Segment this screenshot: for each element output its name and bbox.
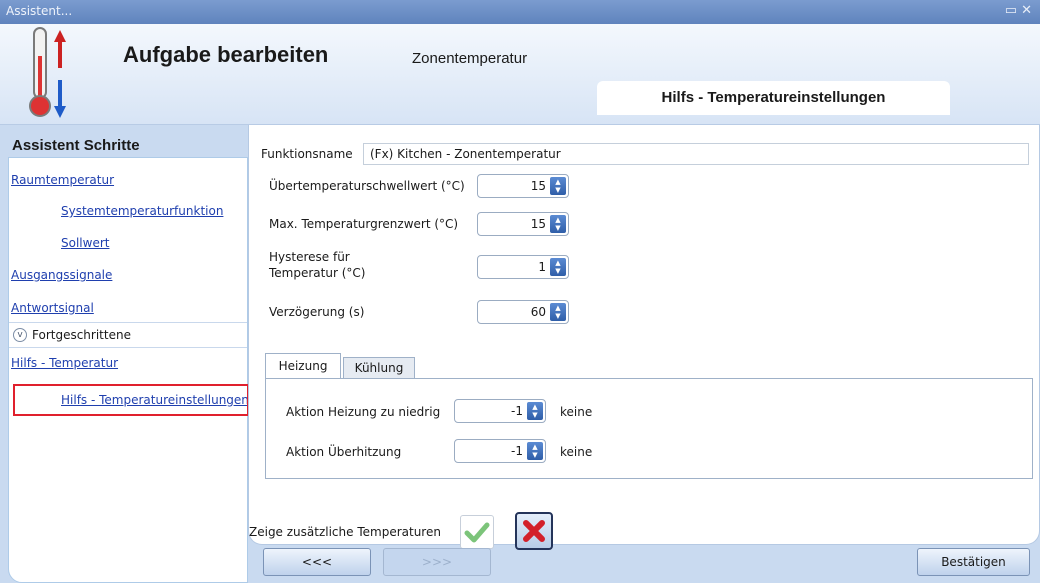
- next-button[interactable]: >>>: [383, 548, 491, 576]
- close-icon: [523, 520, 545, 542]
- action-overheat-label: Aktion Überhitzung: [286, 445, 402, 459]
- step-antwortsignal[interactable]: Antwortsignal: [11, 301, 94, 315]
- spin-arrows-icon[interactable]: ▲ ▼: [527, 402, 543, 420]
- page-title: Aufgabe bearbeiten: [123, 42, 329, 67]
- title-bar: Assistent... ▭✕: [0, 0, 1040, 24]
- advanced-section-toggle[interactable]: v Fortgeschrittene: [9, 322, 247, 348]
- page-subtitle: Zonentemperatur: [412, 50, 528, 67]
- tab-heizung[interactable]: Heizung: [265, 353, 341, 379]
- show-additional-temps-label: Zeige zusätzliche Temperaturen: [249, 525, 441, 539]
- delay-label: Verzögerung (s): [269, 305, 365, 319]
- step-systemtemperaturfunktion[interactable]: Systemtemperaturfunktion: [61, 204, 223, 218]
- selected-step-highlight: Hilfs - Temperatureinstellungen: [13, 384, 249, 416]
- spin-arrows-icon[interactable]: ▲ ▼: [550, 215, 566, 233]
- delay-stepper[interactable]: 60 ▲ ▼: [477, 300, 569, 324]
- wizard-steps-panel: Assistent Schritte Raumtemperatur System…: [8, 135, 249, 583]
- cancel-x-button[interactable]: [515, 512, 553, 550]
- stepper-value: -1: [511, 404, 523, 418]
- spin-arrows-icon[interactable]: ▲ ▼: [550, 177, 566, 195]
- chevron-down-icon: v: [13, 328, 27, 342]
- action-heating-low-stepper[interactable]: -1 ▲ ▼: [454, 399, 546, 423]
- steps-title: Assistent Schritte: [12, 137, 140, 154]
- step-sollwert[interactable]: Sollwert: [61, 236, 109, 250]
- header: Aufgabe bearbeiten Zonentemperatur Hilfs…: [0, 24, 1040, 125]
- spin-arrows-icon[interactable]: ▲ ▼: [550, 258, 566, 276]
- action-overheat-text: keine: [560, 445, 593, 459]
- thermometer-icon: [29, 27, 66, 118]
- hysteresis-label-line2: Temperatur (°C): [269, 266, 366, 280]
- max-temp-limit-label: Max. Temperaturgrenzwert (°C): [269, 217, 459, 231]
- settings-panel: Funktionsname (Fx) Kitchen - Zonentemper…: [248, 125, 1040, 550]
- max-temp-limit-stepper[interactable]: 15 ▲ ▼: [477, 212, 569, 236]
- action-heating-low-text: keine: [560, 405, 593, 419]
- overtemp-threshold-stepper[interactable]: 15 ▲ ▼: [477, 174, 569, 198]
- checkmark-icon: [464, 522, 490, 543]
- steps-list: Raumtemperatur Systemtemperaturfunktion …: [8, 157, 249, 583]
- action-heating-low-label: Aktion Heizung zu niedrig: [286, 405, 441, 419]
- maximize-icon[interactable]: ▭: [1005, 3, 1021, 18]
- hysteresis-label-line1: Hysterese für: [269, 250, 350, 264]
- heating-tab-panel: Aktion Heizung zu niedrig -1 ▲ ▼ keine Ak…: [265, 378, 1033, 479]
- stepper-value: 15: [530, 179, 546, 193]
- tab-temperature-settings[interactable]: Hilfs - Temperatureinstellungen: [597, 81, 950, 115]
- step-ausgangssignale[interactable]: Ausgangssignale: [11, 268, 112, 282]
- step-raumtemperatur[interactable]: Raumtemperatur: [11, 173, 114, 187]
- stepper-value: 1: [538, 260, 546, 274]
- back-button[interactable]: <<<: [263, 548, 371, 576]
- stepper-value: -1: [511, 444, 523, 458]
- stepper-value: 15: [530, 217, 546, 231]
- overtemp-threshold-label: Übertemperaturschwellwert (°C): [269, 179, 465, 193]
- tab-kuehlung[interactable]: Kühlung: [343, 357, 415, 379]
- function-name-label: Funktionsname: [261, 147, 353, 161]
- window-controls: ▭✕: [1005, 3, 1036, 18]
- confirm-button[interactable]: Bestätigen: [917, 548, 1030, 576]
- advanced-label: Fortgeschrittene: [32, 328, 131, 342]
- action-overheat-stepper[interactable]: -1 ▲ ▼: [454, 439, 546, 463]
- function-name-value: (Fx) Kitchen - Zonentemperatur: [370, 147, 561, 161]
- wizard-window: Aufgabe bearbeiten Zonentemperatur Hilfs…: [0, 24, 1040, 583]
- step-hilfs-temperatureinstellungen[interactable]: Hilfs - Temperatureinstellungen: [61, 393, 247, 407]
- stepper-value: 60: [530, 305, 546, 319]
- window-title: Assistent...: [6, 4, 73, 18]
- confirm-check-button[interactable]: [460, 515, 494, 549]
- spin-arrows-icon[interactable]: ▲ ▼: [550, 303, 566, 321]
- spin-arrows-icon[interactable]: ▲ ▼: [527, 442, 543, 460]
- close-icon[interactable]: ✕: [1021, 3, 1036, 18]
- hysteresis-stepper[interactable]: 1 ▲ ▼: [477, 255, 569, 279]
- function-name-field[interactable]: (Fx) Kitchen - Zonentemperatur: [363, 143, 1029, 165]
- step-hilfs-temperatur[interactable]: Hilfs - Temperatur: [11, 356, 118, 370]
